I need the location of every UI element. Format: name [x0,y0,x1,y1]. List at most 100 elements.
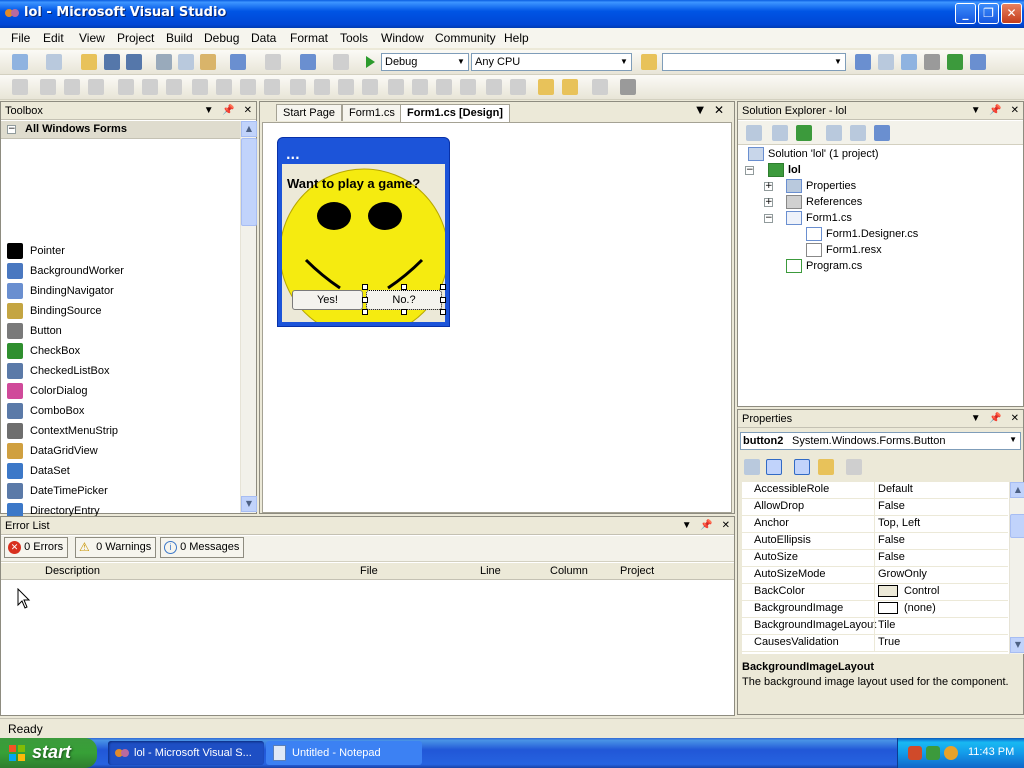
toolbox-item-checkedlistbox[interactable]: CheckedListBox [7,361,110,381]
align-lefts-icon[interactable] [40,79,56,95]
toolbox-item-dataset[interactable]: DataSet [7,461,70,481]
taskbar-item-notepad[interactable]: Untitled - Notepad [266,741,422,765]
menu-build[interactable]: Build [166,31,193,45]
toolbox-item-datagridview[interactable]: DataGridView [7,441,98,461]
resize-handle[interactable] [362,309,368,315]
expand-icon[interactable]: + [764,198,773,207]
taskbar-item-visual-studio[interactable]: lol - Microsoft Visual S... [108,741,264,765]
align-to-grid-icon[interactable] [12,79,28,95]
resize-handle[interactable] [440,297,446,303]
solution-platform-select[interactable]: Any CPU ▼ [471,53,632,71]
align-tops-icon[interactable] [118,79,134,95]
copy-icon[interactable] [178,54,194,70]
toolbox-category[interactable]: − All Windows Forms [1,121,240,139]
close-button[interactable]: ✕ [1001,3,1022,24]
tree-node-project[interactable]: lol [768,162,801,178]
toolbox-item-combobox[interactable]: ComboBox [7,401,84,421]
scroll-thumb[interactable] [1010,514,1024,538]
scroll-down-icon[interactable]: ▼ [1010,637,1024,653]
collapse-icon[interactable]: − [764,214,773,223]
minimize-button[interactable]: _ [955,3,976,24]
show-all-files-icon[interactable] [772,125,788,141]
property-row[interactable]: AccessibleRole Default [742,482,1008,499]
collapse-icon[interactable]: − [745,166,754,175]
scroll-thumb[interactable] [241,138,257,226]
properties-scrollbar[interactable]: ▲ ▼ [1009,482,1024,654]
tray-app-icon[interactable] [908,746,922,760]
property-value[interactable]: False [878,534,905,546]
object-selector[interactable]: button2 System.Windows.Forms.Button ▼ [740,432,1021,450]
start-page-icon[interactable] [947,54,963,70]
remove-vertical-spacing-icon[interactable] [460,79,476,95]
tray-network-icon[interactable] [926,746,940,760]
collapse-icon[interactable]: − [7,125,16,134]
tree-node-solution[interactable]: Solution 'lol' (1 project) [748,146,879,162]
property-value[interactable]: False [878,500,905,512]
tree-node-form1-designer[interactable]: Form1.Designer.cs [806,226,918,242]
align-bottoms-icon[interactable] [166,79,182,95]
toolbox-item-bindingsource[interactable]: BindingSource [7,301,102,321]
pin-icon[interactable]: 📌 [989,105,1001,116]
redo-icon[interactable] [265,54,281,70]
property-row[interactable]: BackColor Control [742,584,1008,601]
tab-start-page[interactable]: Start Page [276,104,342,121]
property-row[interactable]: AutoEllipsis False [742,533,1008,550]
center-horizontally-icon[interactable] [486,79,502,95]
view-designer-icon[interactable] [850,125,866,141]
cut-icon[interactable] [156,54,172,70]
add-item-icon[interactable] [46,54,62,70]
resize-handle[interactable] [401,309,407,315]
tab-form1-design[interactable]: Form1.cs [Design] [400,104,510,122]
start-button[interactable]: start [0,738,97,768]
send-to-back-icon[interactable] [562,79,578,95]
menu-format[interactable]: Format [290,31,328,45]
navigate-forward-icon[interactable] [333,54,349,70]
tree-node-references[interactable]: References [786,194,862,210]
align-rights-icon[interactable] [88,79,104,95]
no-button[interactable]: No.? [366,290,442,310]
menu-debug[interactable]: Debug [204,31,239,45]
bring-to-front-icon[interactable] [538,79,554,95]
resize-handle[interactable] [401,284,407,290]
column-line[interactable]: Line [480,563,501,579]
warnings-filter-button[interactable]: ⚠ 0 Warnings [75,537,157,558]
tree-node-form1-cs[interactable]: Form1.cs [786,210,852,226]
restore-button[interactable]: ❐ [978,3,999,24]
vertical-spacing-equal-icon[interactable] [388,79,404,95]
toolbox-icon[interactable] [924,54,940,70]
property-value[interactable]: False [878,551,905,563]
find-icon[interactable] [855,54,871,70]
find-in-files-icon[interactable] [641,54,657,70]
save-all-icon[interactable] [126,54,142,70]
scroll-up-icon[interactable]: ▲ [241,121,257,137]
toolbox-item-contextmenustrip[interactable]: ContextMenuStrip [7,421,118,441]
toolbox-item-colordialog[interactable]: ColorDialog [7,381,87,401]
property-value[interactable]: Default [878,483,913,495]
align-centers-icon[interactable] [64,79,80,95]
toolbox-item-checkbox[interactable]: CheckBox [7,341,80,361]
start-debugging-icon[interactable] [362,54,378,70]
close-icon[interactable]: ✕ [722,520,730,531]
tree-node-form1-resx[interactable]: Form1.resx [806,242,882,258]
menu-edit[interactable]: Edit [43,31,64,45]
make-same-size-icon[interactable] [264,79,280,95]
property-value[interactable]: Tile [878,619,895,631]
lock-controls-icon[interactable] [592,79,608,95]
clock[interactable]: 11:43 PM [968,746,1014,758]
center-vertically-icon[interactable] [510,79,526,95]
window-position-icon[interactable]: ▼ [971,413,981,424]
command-window-icon[interactable] [970,54,986,70]
property-row[interactable]: AutoSizeMode GrowOnly [742,567,1008,584]
property-row[interactable]: AutoSize False [742,550,1008,567]
alphabetical-icon[interactable] [766,459,782,475]
toolbox-scrollbar[interactable]: ▲ ▼ [240,121,257,513]
property-row[interactable]: CausesValidation True [742,635,1008,652]
pin-icon[interactable]: 📌 [989,413,1001,424]
yes-button[interactable]: Yes! [292,290,363,310]
tab-order-icon[interactable] [620,79,636,95]
toolbox-item-datetimepicker[interactable]: DateTimePicker [7,481,108,501]
messages-filter-button[interactable]: i 0 Messages [160,537,245,558]
menu-view[interactable]: View [79,31,105,45]
window-position-icon[interactable]: ▼ [971,105,981,116]
undo-icon[interactable] [230,54,246,70]
